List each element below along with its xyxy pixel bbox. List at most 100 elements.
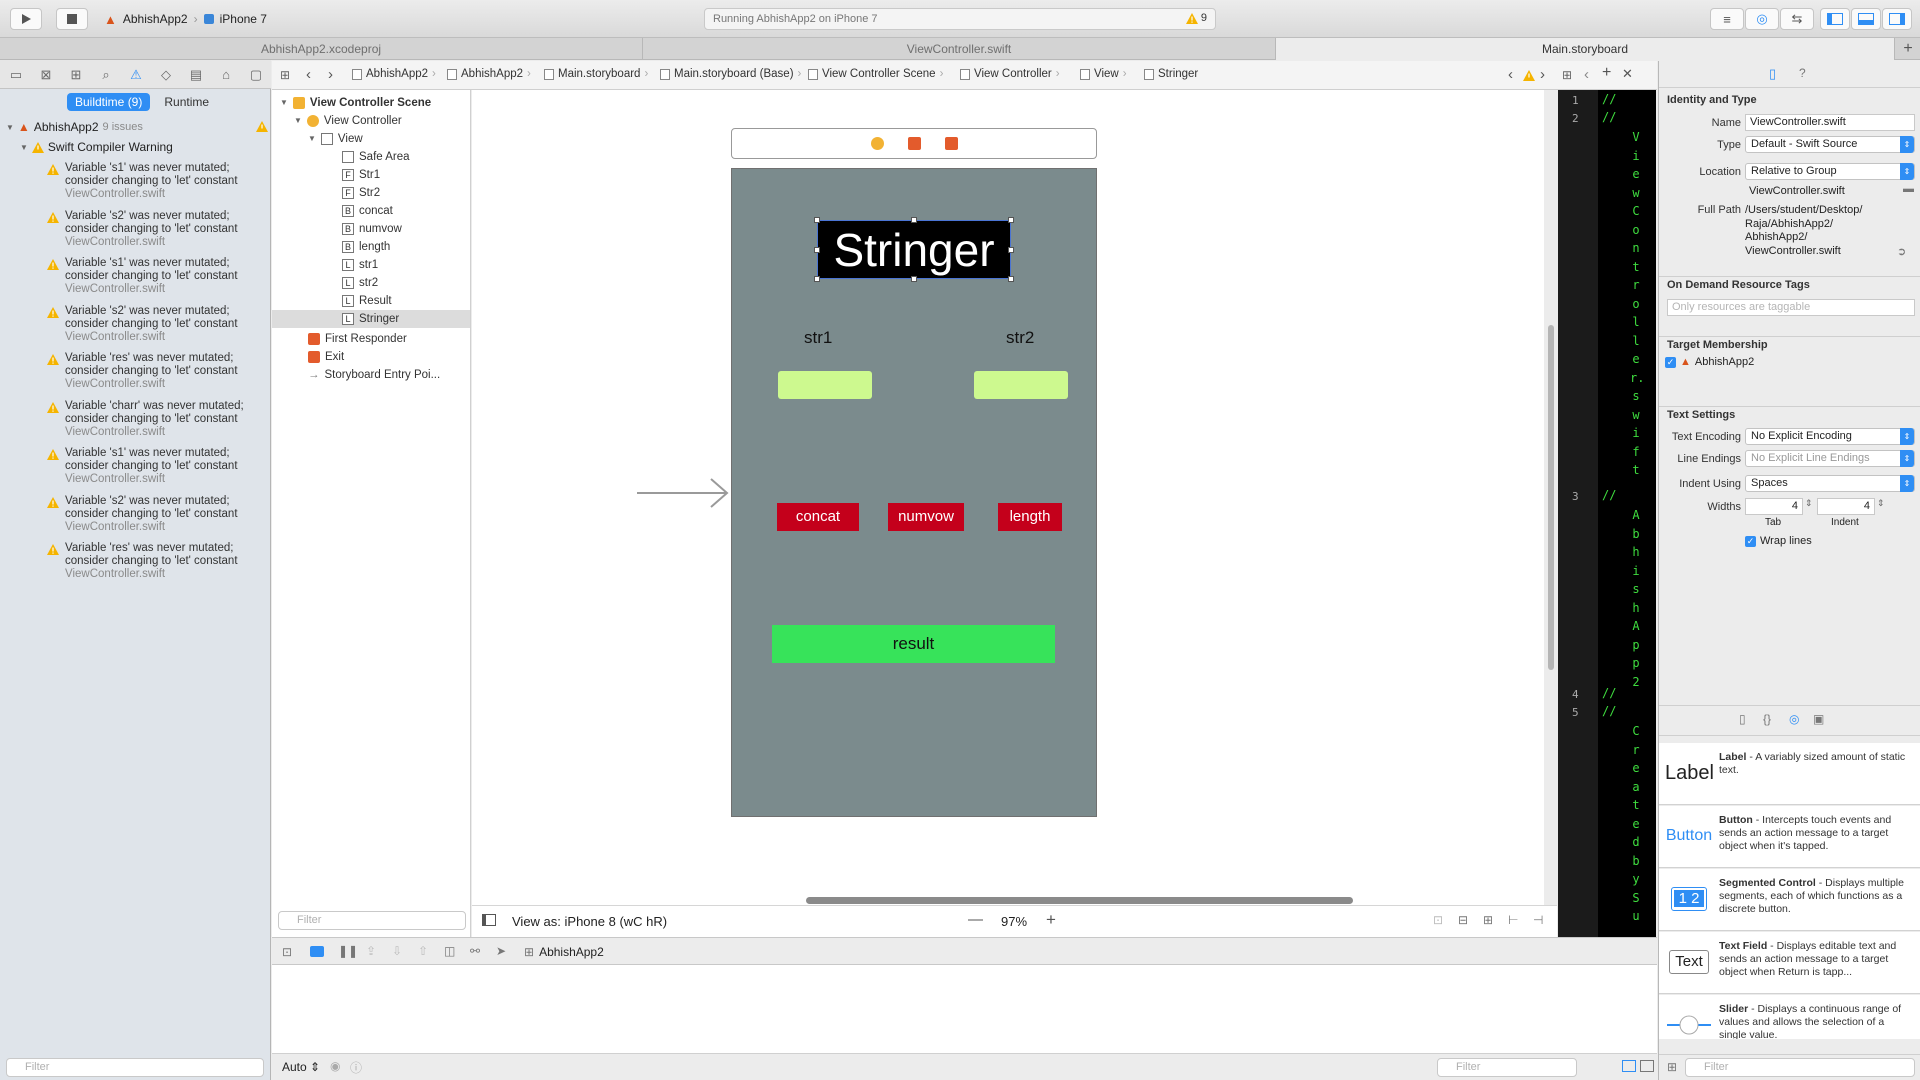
str2-text-field[interactable]	[974, 371, 1068, 399]
previous-issue-icon[interactable]: ‹	[1508, 66, 1513, 83]
report-icon[interactable]: ▢	[248, 67, 264, 83]
folder-icon[interactable]: ▭	[8, 67, 24, 83]
tab-width-stepper[interactable]: 4	[1745, 498, 1803, 515]
issue-row[interactable]: Variable 's2' was never mutated; consider…	[0, 305, 271, 351]
scheme-selector[interactable]: ▲ AbhishApp2 › iPhone 7	[98, 8, 273, 30]
debug-target[interactable]: ⊞ AbhishApp2	[524, 945, 604, 959]
pin-icon[interactable]: ⊢	[1508, 913, 1518, 927]
assistant-editor-button[interactable]: ◎	[1745, 8, 1779, 30]
breadcrumb-item[interactable]: Main.storyboard ›	[544, 68, 648, 80]
library-item[interactable]: 1 2 Segmented Control - Displays multiple…	[1659, 869, 1920, 931]
code-snippet-icon[interactable]: {}	[1763, 712, 1771, 726]
project-issue-row[interactable]: ▼ ▲ AbhishApp2 9 issues	[6, 120, 268, 134]
outline-item[interactable]: L Result	[272, 292, 470, 310]
str1-label[interactable]: str1	[804, 328, 832, 348]
file-inspector-icon[interactable]: ▯	[1769, 66, 1776, 82]
align-icon[interactable]: ⊞	[1483, 913, 1493, 927]
stepper-arrows-icon[interactable]: ⇕	[1877, 498, 1885, 509]
type-popup[interactable]: Default - Swift Source ⇕	[1745, 136, 1915, 153]
breadcrumb-item[interactable]: View Controller ›	[960, 68, 1060, 80]
standard-editor-button[interactable]: ≡	[1710, 8, 1744, 30]
navigator-filter-field[interactable]: Filter	[6, 1058, 264, 1077]
debug-icon[interactable]: ▤	[188, 67, 204, 83]
wrap-lines-checkbox[interactable]: ✓ Wrap lines	[1745, 535, 1812, 547]
issue-row[interactable]: Variable 's1' was never mutated; consider…	[0, 447, 271, 493]
resize-handle[interactable]	[1008, 276, 1014, 282]
add-assistant-icon[interactable]: +	[1602, 64, 1611, 82]
entry-point-arrow-icon[interactable]	[635, 476, 731, 510]
breadcrumb-item[interactable]: AbhishApp2 ›	[352, 68, 436, 80]
add-tab-button[interactable]: +	[1896, 38, 1920, 60]
length-button[interactable]: length	[998, 503, 1062, 531]
test-icon[interactable]: ◇	[158, 67, 174, 83]
back-arrow-icon[interactable]: ‹	[1584, 66, 1589, 83]
outline-first-responder-row[interactable]: First Responder	[308, 330, 407, 348]
breakpoint-icon[interactable]: ⌂	[218, 67, 234, 83]
canvas-vertical-scrollbar[interactable]	[1548, 325, 1554, 670]
location-popup[interactable]: Relative to Group ⇕	[1745, 163, 1915, 180]
outline-item[interactable]: Bnumvow	[272, 220, 470, 238]
tab-viewcontroller[interactable]: ViewController.swift	[643, 38, 1276, 60]
issue-row[interactable]: Variable 'charr' was never mutated; consi…	[0, 400, 271, 446]
warning-group-row[interactable]: ▼ Swift Compiler Warning	[20, 140, 173, 154]
embed-stack-icon[interactable]: ⊟	[1458, 913, 1468, 927]
issue-row[interactable]: Variable 's2' was never mutated; consider…	[0, 495, 271, 541]
odr-tags-field[interactable]: Only resources are taggable	[1667, 299, 1915, 316]
console-view-toggle-icon[interactable]	[1640, 1060, 1654, 1072]
next-issue-icon[interactable]: ›	[1540, 66, 1545, 83]
folder-icon[interactable]: ▬	[1903, 183, 1914, 195]
outline-item[interactable]: Lstr1	[272, 256, 470, 274]
resize-handle[interactable]	[814, 247, 820, 253]
outline-item[interactable]: Bconcat	[272, 202, 470, 220]
resize-handle[interactable]	[814, 276, 820, 282]
concat-button[interactable]: concat	[777, 503, 859, 531]
indent-width-stepper[interactable]: 4	[1817, 498, 1875, 515]
outline-item[interactable]: Safe Area	[272, 148, 470, 166]
resize-handle[interactable]	[814, 217, 820, 223]
stop-button[interactable]	[56, 8, 88, 30]
canvas-horizontal-scrollbar[interactable]	[806, 897, 1353, 904]
indent-using-popup[interactable]: Spaces ⇕	[1745, 475, 1915, 492]
location-icon[interactable]: ➤	[496, 944, 506, 958]
outline-scene-row[interactable]: ▼ View Controller Scene	[280, 94, 431, 112]
breadcrumb-item[interactable]: View ›	[1080, 68, 1127, 80]
resize-handle[interactable]	[911, 276, 917, 282]
source-control-icon[interactable]: ⊠	[38, 67, 54, 83]
outline-item[interactable]: F Str2	[272, 184, 470, 202]
library-filter-field[interactable]: Filter	[1685, 1058, 1915, 1077]
object-library-icon[interactable]: ◎	[1789, 712, 1799, 726]
warning-icon[interactable]	[1523, 70, 1535, 81]
outline-entry-row[interactable]: → Storyboard Entry Poi...	[308, 366, 440, 384]
eye-icon[interactable]: ◉	[330, 1059, 340, 1073]
breadcrumb-item[interactable]: AbhishApp2 ›	[447, 68, 531, 80]
symbol-icon[interactable]: ⊞	[68, 67, 84, 83]
close-icon[interactable]: ✕	[1622, 66, 1633, 82]
toggle-debug-button[interactable]	[1851, 8, 1881, 30]
file-template-icon[interactable]: ▯	[1739, 712, 1746, 726]
hide-debug-icon[interactable]: ⊡	[282, 945, 292, 959]
outline-filter-field[interactable]: Filter	[278, 911, 466, 930]
line-endings-popup[interactable]: No Explicit Line Endings ⇕	[1745, 450, 1915, 467]
outline-item[interactable]: F Str1	[272, 166, 470, 184]
view-controller-dock-icon[interactable]	[870, 137, 884, 150]
target-membership-row[interactable]: ✓ ▲ AbhishApp2	[1665, 356, 1754, 368]
step-into-icon[interactable]: ⇩	[392, 944, 402, 958]
issue-row[interactable]: Variable 's2' was never mutated; consider…	[0, 210, 271, 256]
first-responder-dock-icon[interactable]	[907, 137, 921, 150]
library-item[interactable]: Button Button - Intercepts touch events a…	[1659, 806, 1920, 868]
issue-row[interactable]: Variable 'res' was never mutated; conside…	[0, 542, 271, 588]
grid-icon[interactable]: ⊞	[280, 68, 290, 82]
zoom-in-button[interactable]: +	[1046, 910, 1056, 930]
run-button[interactable]	[10, 8, 42, 30]
variables-scope-popup[interactable]: Auto ⇕	[282, 1060, 320, 1074]
outline-item[interactable]: Blength	[272, 238, 470, 256]
debug-console-area[interactable]	[272, 965, 1657, 1053]
outline-item[interactable]: Lstr2	[272, 274, 470, 292]
issue-row[interactable]: Variable 's1' was never mutated; consider…	[0, 162, 271, 208]
grid-icon[interactable]: ⊞	[1667, 1060, 1677, 1074]
tab-project[interactable]: AbhishApp2.xcodeproj	[0, 38, 643, 60]
library-item[interactable]: Label Label - A variably sized amount of …	[1659, 743, 1920, 805]
issue-row[interactable]: Variable 'res' was never mutated; conside…	[0, 352, 271, 398]
breadcrumb-item[interactable]: View Controller Scene ›	[808, 68, 943, 80]
str1-text-field[interactable]	[778, 371, 872, 399]
